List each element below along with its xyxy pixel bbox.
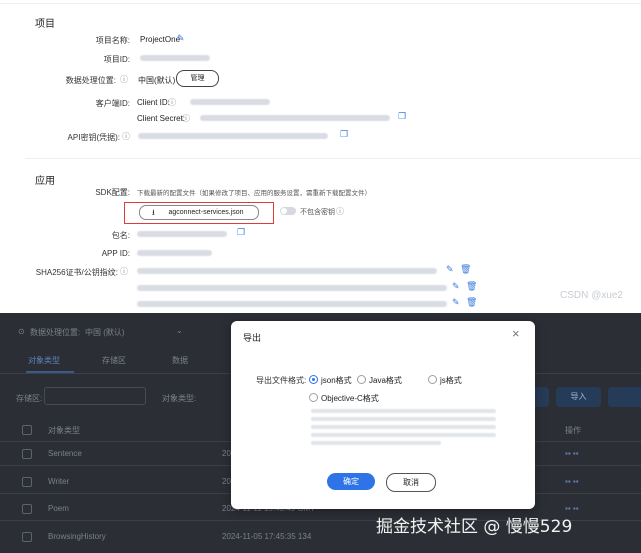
format-description bbox=[311, 417, 496, 421]
package-value bbox=[137, 231, 227, 237]
project-section-title: 项目 bbox=[35, 19, 55, 30]
edit-icon[interactable]: ✎ bbox=[177, 33, 185, 44]
copy-icon[interactable]: ❐ bbox=[340, 129, 348, 140]
api-key-value bbox=[138, 133, 328, 139]
download-config-button[interactable]: ⭳ agconnect-services.json bbox=[139, 205, 259, 220]
project-name-label: 项目名称: bbox=[95, 36, 130, 45]
bg-row-name: Poem bbox=[48, 504, 69, 513]
help-icon: ⓘ bbox=[168, 98, 176, 107]
radio-java-label[interactable]: Java格式 bbox=[369, 375, 402, 386]
bg-column-object-type: 对象类型 bbox=[48, 426, 80, 435]
sdk-label: SDK配置: bbox=[95, 188, 130, 197]
client-secret-label: Client Secret: bbox=[137, 114, 186, 123]
bg-filter-label: 存储区: bbox=[16, 394, 43, 403]
radio-js-label[interactable]: js格式 bbox=[440, 375, 462, 386]
bg-tab-data[interactable]: 数据 bbox=[172, 355, 188, 366]
juejin-watermark: 掘金技术社区 @ 慢慢529 bbox=[376, 517, 573, 537]
radio-js[interactable] bbox=[428, 375, 437, 384]
section-divider bbox=[25, 158, 641, 159]
export-dialog: 导出 × 导出文件格式: json格式 Java格式 js格式 Objectiv… bbox=[231, 321, 535, 509]
app-id-value bbox=[137, 250, 212, 256]
delete-icon[interactable]: 🗑 bbox=[466, 297, 477, 308]
bg-tab-object-types[interactable]: 对象类型 bbox=[28, 355, 60, 366]
copy-icon[interactable]: ❐ bbox=[237, 227, 245, 238]
format-description bbox=[311, 425, 496, 429]
client-secret-value bbox=[200, 115, 390, 121]
sha-value-3 bbox=[137, 301, 447, 307]
project-id-label: 项目ID: bbox=[103, 55, 130, 64]
toggle-label: 不包含密钥 bbox=[300, 209, 335, 216]
sha-label: SHA256证书/公钥指纹: bbox=[35, 268, 118, 277]
data-location-value: 中国(默认) bbox=[138, 76, 176, 85]
api-key-label: API密钥(凭据): bbox=[67, 133, 120, 142]
radio-json-label[interactable]: json格式 bbox=[321, 375, 352, 386]
bg-location-label: 数据处理位置: bbox=[30, 328, 81, 337]
bg-location-icon: ⊙ bbox=[18, 327, 25, 336]
help-icon: ⓘ bbox=[182, 114, 190, 123]
manage-button[interactable]: 管理 bbox=[176, 70, 219, 87]
help-icon: ⓘ bbox=[336, 207, 344, 216]
download-icon: ⭳ bbox=[152, 208, 155, 217]
bg-filter-select[interactable] bbox=[44, 387, 146, 405]
bg-select-all-checkbox[interactable] bbox=[22, 425, 32, 435]
bg-location-value: 中国 (默认) bbox=[85, 328, 125, 337]
data-location-label: 数据处理位置: bbox=[65, 76, 116, 85]
help-icon: ⓘ bbox=[120, 267, 128, 276]
app-section-title: 应用 bbox=[35, 176, 55, 187]
radio-java[interactable] bbox=[357, 375, 366, 384]
cancel-button[interactable]: 取消 bbox=[386, 473, 436, 492]
bg-extra-button[interactable] bbox=[608, 387, 641, 407]
bg-tab-storage[interactable]: 存储区 bbox=[102, 355, 126, 366]
radio-objc-label[interactable]: Objective-C格式 bbox=[321, 393, 379, 404]
client-id-label: Client ID: bbox=[137, 98, 170, 107]
copy-icon[interactable]: ❐ bbox=[398, 111, 406, 122]
close-icon[interactable]: × bbox=[512, 326, 520, 341]
client-id-value bbox=[190, 99, 270, 105]
delete-icon[interactable]: 🗑 bbox=[466, 281, 477, 292]
edit-icon[interactable]: ✎ bbox=[452, 297, 460, 308]
bg-row-checkbox[interactable] bbox=[22, 449, 32, 459]
edit-icon[interactable]: ✎ bbox=[452, 281, 460, 292]
dialog-title: 导出 bbox=[243, 333, 262, 343]
format-description bbox=[311, 433, 496, 437]
format-label: 导出文件格式: bbox=[256, 376, 307, 385]
help-icon: ⓘ bbox=[122, 132, 130, 141]
format-description bbox=[311, 441, 441, 445]
bg-row-checkbox[interactable] bbox=[22, 504, 32, 514]
top-divider bbox=[0, 3, 641, 4]
bg-row-name: Writer bbox=[48, 477, 70, 486]
bg-chevron-down-icon: ⌄ bbox=[176, 326, 183, 335]
ok-button[interactable]: 确定 bbox=[327, 473, 375, 490]
bg-row-checkbox[interactable] bbox=[22, 477, 32, 487]
bg-import-button[interactable]: 导入 bbox=[556, 387, 601, 407]
include-key-toggle[interactable] bbox=[280, 207, 296, 215]
client-label: 客户端ID: bbox=[95, 99, 130, 108]
bg-column-ops: 操作 bbox=[565, 426, 581, 435]
radio-json[interactable] bbox=[309, 375, 318, 384]
download-button-label: agconnect-services.json bbox=[168, 209, 244, 216]
bg-row-name: BrowsingHistory bbox=[48, 532, 106, 541]
sdk-hint: 下载最新的配置文件（如果修改了项目、应用的服务设置，需重新下载配置文件） bbox=[137, 190, 371, 197]
help-icon: ⓘ bbox=[120, 75, 128, 84]
bg-row-time: 2024-11-05 17:45:35 134 bbox=[222, 532, 312, 541]
edit-icon[interactable]: ✎ bbox=[446, 264, 454, 275]
project-id-value bbox=[140, 55, 210, 61]
app-id-label: APP ID: bbox=[101, 249, 130, 258]
bg-row-checkbox[interactable] bbox=[22, 532, 32, 542]
bg-object-type-label: 对象类型: bbox=[162, 394, 197, 403]
sha-value-1 bbox=[137, 268, 437, 274]
bg-row-actions[interactable]: ▪▪ ▪▪ bbox=[565, 477, 579, 486]
bg-row-actions[interactable]: ▪▪ ▪▪ bbox=[565, 449, 579, 458]
project-name-value: ProjectOne bbox=[140, 35, 181, 44]
radio-objc[interactable] bbox=[309, 393, 318, 402]
delete-icon[interactable]: 🗑 bbox=[460, 264, 471, 275]
package-label: 包名: bbox=[111, 231, 130, 240]
csdn-watermark: CSDN @xue2 bbox=[560, 290, 623, 301]
sha-value-2 bbox=[137, 285, 447, 291]
format-description bbox=[311, 409, 496, 413]
bg-row-name: Sentence bbox=[48, 449, 82, 458]
